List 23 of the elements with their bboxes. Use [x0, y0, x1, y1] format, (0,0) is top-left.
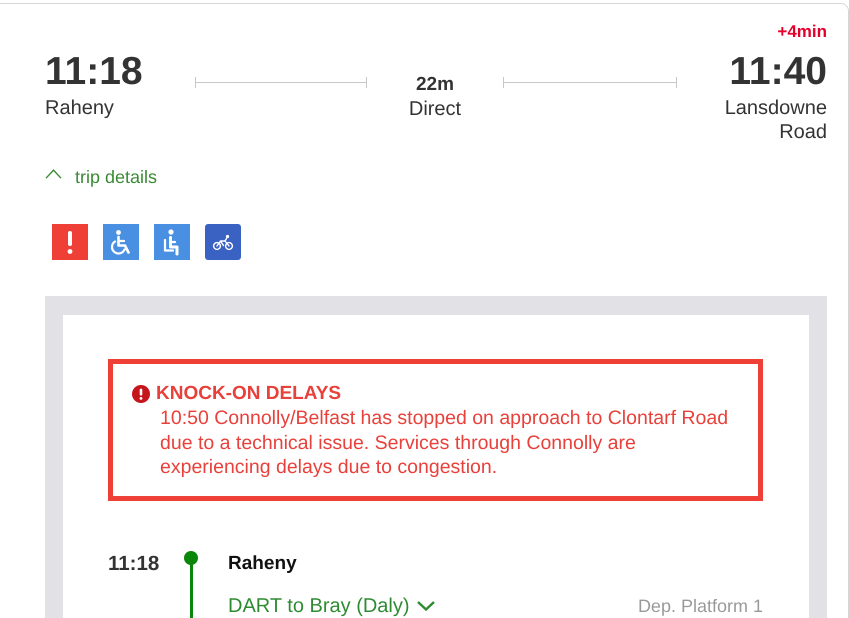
- service-toggle[interactable]: DART to Bray (Daly): [228, 594, 436, 616]
- delay-label: +4min: [777, 22, 827, 42]
- wheelchair-icon: [103, 224, 139, 260]
- route-type-label: Direct: [408, 97, 462, 122]
- stop-time: 11:18: [108, 552, 160, 576]
- chevron-up-icon: [45, 169, 62, 179]
- trip-details-toggle[interactable]: trip details: [45, 166, 158, 188]
- stop-dot-icon: [184, 550, 198, 564]
- route-line: [190, 562, 192, 618]
- warning-icon: [132, 385, 150, 403]
- departure-station: Raheny: [45, 96, 114, 120]
- chevron-down-icon: [416, 600, 436, 612]
- cyclist-icon: [205, 224, 241, 260]
- stop-name: Raheny: [228, 552, 298, 576]
- duration-label: 22m: [416, 73, 454, 97]
- alert-message: 10:50 Connolly/Belfast has stopped on approach to Clontarf Road due to a technical issue. Services through Connolly are experiencing delays due to congestion.: [159, 406, 730, 480]
- exclamation-icon: [52, 224, 88, 260]
- platform-label: Dep. Platform 1: [638, 594, 763, 616]
- alert-title: KNOCK-ON DELAYS: [156, 382, 342, 406]
- arrival-time: 11:40: [729, 50, 827, 95]
- seated-person-icon: [154, 224, 190, 260]
- arrival-station: Lansdowne Road: [724, 96, 827, 144]
- departure-time: 11:18: [45, 50, 143, 95]
